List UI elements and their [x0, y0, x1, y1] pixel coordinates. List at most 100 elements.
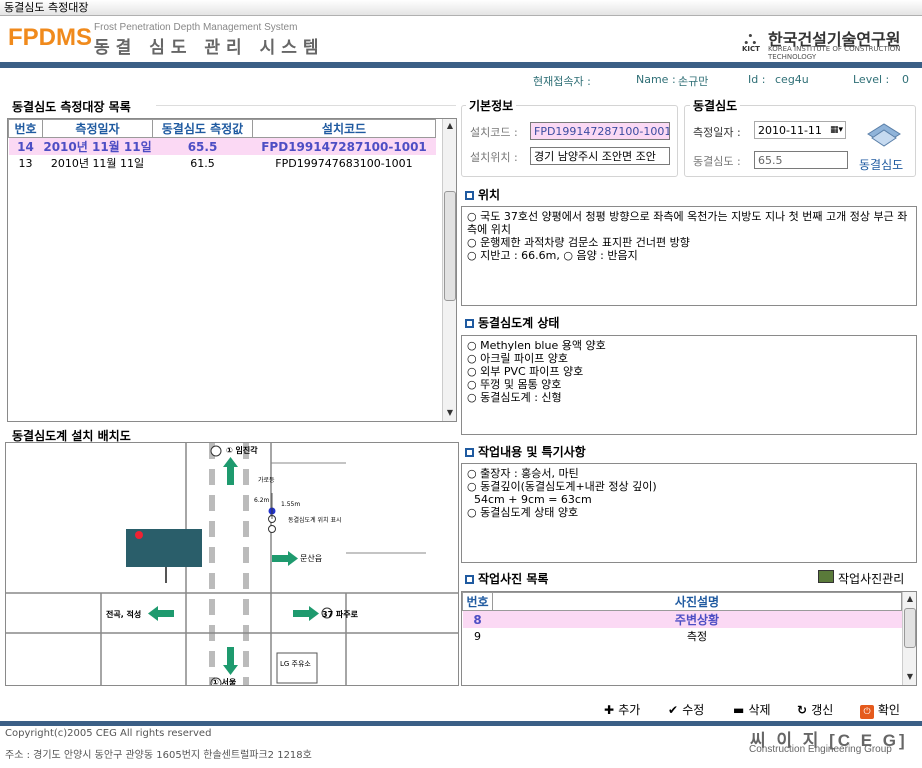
- photo-manage-button[interactable]: 작업사진관리: [838, 570, 904, 587]
- cell-code: FPD199147287100-1001: [252, 137, 436, 155]
- status-line: ○ 뚜껑 및 몸통 양호: [467, 378, 562, 391]
- session-id: ceg4u: [775, 73, 809, 86]
- frost-depth-button[interactable]: 동결심도: [859, 156, 903, 173]
- label-north: ① 임진각: [226, 446, 258, 455]
- edit-button[interactable]: ✔ 수정: [668, 701, 704, 718]
- work-line: ○ 동결심도계 상태 양호: [467, 506, 579, 519]
- confirm-label: 확인: [877, 703, 900, 717]
- section-square-icon: [465, 319, 474, 328]
- list-header-row: 번호 측정일자 동결심도 측정값 설치코드: [8, 119, 436, 138]
- session-level-label: Level :: [853, 73, 890, 86]
- scroll-up-icon[interactable]: ▲: [443, 119, 457, 133]
- status-title: 동결심도계 상태: [478, 316, 560, 330]
- copyright: Copyright(c)2005 CEG All rights reserved: [5, 728, 212, 739]
- refresh-icon: ↻: [797, 703, 812, 717]
- photo-list[interactable]: 번호 사진설명 8 주변상황 9 측정 ▲ ▼: [461, 591, 917, 686]
- install-location-field[interactable]: 경기 남양주시 조안면 조안: [530, 147, 670, 165]
- frost-depth-icon[interactable]: [864, 120, 904, 148]
- ceg-logo-en: Construction Engineering Group: [749, 744, 892, 755]
- label-shop: LG 주유소: [280, 660, 311, 668]
- list-scrollbar[interactable]: ▲ ▼: [442, 119, 456, 421]
- photo-manage-icon[interactable]: [818, 570, 834, 583]
- status-text[interactable]: ○ Methylen blue 용액 양호 ○ 아크릴 파이프 양호 ○ 외부 …: [461, 335, 917, 435]
- kict-subtitle: KOREA INSTITUTE OF CONSTRUCTION TECHNOLO…: [768, 45, 901, 61]
- photo-cell-desc: 측정: [686, 630, 708, 643]
- label-sign: 가로등: [258, 477, 275, 484]
- confirm-button[interactable]: ⏻ 확인: [860, 701, 900, 719]
- list-title: 동결심도 측정대장 목록: [12, 100, 131, 114]
- power-icon: ⏻: [860, 705, 874, 719]
- cell-no: 13: [18, 156, 33, 170]
- cell-value: 65.5: [152, 137, 253, 155]
- work-heading: 작업내용 및 특기사항: [465, 443, 586, 460]
- status-heading: 동결심도계 상태: [465, 314, 559, 331]
- delete-button[interactable]: ▬ 삭제: [733, 701, 771, 718]
- col-header-code[interactable]: 설치코드: [252, 119, 436, 138]
- col-header-value[interactable]: 동결심도 측정값: [152, 119, 253, 138]
- basic-info-group: [461, 105, 678, 177]
- work-line: 54cm + 9cm = 63cm: [467, 493, 592, 506]
- photo-col-desc[interactable]: 사진설명: [492, 592, 902, 611]
- label-east: 37 파주로: [322, 610, 358, 619]
- table-row[interactable]: 8 주변상황: [462, 610, 902, 628]
- refresh-button[interactable]: ↻ 갱신: [797, 701, 833, 718]
- section-square-icon: [465, 448, 474, 457]
- frost-date-label: 측정일자 :: [693, 126, 741, 139]
- scroll-down-icon[interactable]: ▼: [903, 670, 917, 684]
- label-south: ① 서울: [212, 678, 237, 686]
- label-east2: 문산읍: [300, 554, 323, 563]
- measurement-list[interactable]: 번호 측정일자 동결심도 측정값 설치코드 14 2010년 11월 11일 6…: [7, 118, 457, 422]
- check-icon: ✔: [668, 703, 683, 717]
- session-name-label: Name :: [636, 73, 676, 86]
- label-m2: 1.55m: [281, 501, 301, 508]
- status-line: ○ 동결심도계 : 신형: [467, 391, 562, 404]
- table-row[interactable]: 13 2010년 11월 11일 61.5 FPD199747683100-10…: [9, 155, 436, 171]
- table-row[interactable]: 9 측정: [463, 628, 902, 644]
- delete-label: 삭제: [748, 703, 771, 717]
- col-header-no[interactable]: 번호: [8, 119, 43, 138]
- session-level: 0: [902, 73, 909, 86]
- label-west: 전곡, 적성: [106, 610, 142, 619]
- photo-title: 작업사진 목록: [478, 572, 549, 586]
- calendar-dropdown-icon[interactable]: ▦▾: [830, 123, 843, 138]
- status-line: ○ 외부 PVC 파이프 양호: [467, 365, 584, 378]
- layout-drawing: ① 임진각 ① 서울 전곡, 적성 37 파주로 문산읍 LG 주유소 가로등 …: [5, 442, 459, 686]
- scroll-thumb[interactable]: [444, 191, 456, 301]
- kict-abbr: KICT: [742, 45, 760, 53]
- scroll-up-icon[interactable]: ▲: [903, 592, 917, 606]
- table-row[interactable]: 14 2010년 11월 11일 65.5 FPD199147287100-10…: [8, 137, 436, 155]
- brand-subtitle-en: Frost Penetration Depth Management Syste…: [94, 22, 298, 33]
- work-title: 작업내용 및 특기사항: [478, 445, 586, 459]
- photo-scrollbar[interactable]: ▲ ▼: [902, 592, 916, 685]
- layout-diagram: [6, 443, 458, 685]
- brand-logo: FPDMS: [8, 24, 92, 51]
- plus-icon: ✚: [604, 703, 619, 717]
- location-heading: 위치: [465, 186, 500, 203]
- label-m1: 6.2m: [254, 497, 270, 504]
- scroll-down-icon[interactable]: ▼: [443, 406, 457, 420]
- minus-icon: ▬: [733, 703, 749, 717]
- location-line: ○ 지반고 : 66.6m, ○ 음양 : 반음지: [467, 249, 638, 262]
- photo-heading: 작업사진 목록: [465, 570, 548, 587]
- frost-depth-field[interactable]: 65.5: [754, 151, 848, 169]
- photo-col-no[interactable]: 번호: [462, 592, 493, 611]
- code-label: 설치코드 :: [470, 126, 518, 139]
- refresh-label: 갱신: [811, 703, 834, 717]
- location-line: ○ 운행제한 과적차량 검문소 표지판 건너편 방향: [467, 236, 690, 249]
- col-header-date[interactable]: 측정일자: [42, 119, 153, 138]
- frost-date-picker[interactable]: 2010-11-11 ▦▾: [754, 121, 846, 139]
- location-label: 설치위치 :: [470, 151, 518, 164]
- work-text[interactable]: ○ 출장자 : 홍승서, 마틴 ○ 동결깊이(동결심도계+내관 정상 깊이) 5…: [461, 463, 917, 563]
- photo-cell-desc: 주변상황: [492, 610, 902, 628]
- location-line: ○ 국도 37호선 양평에서 청평 방향으로 좌측에 옥천가는 지방도 지나 첫…: [467, 210, 908, 236]
- photo-cell-no: 9: [474, 629, 481, 643]
- install-code-field[interactable]: FPD199147287100-1001: [530, 122, 670, 140]
- header-divider: [0, 62, 922, 68]
- location-text[interactable]: ○ 국도 37호선 양평에서 청평 방향으로 좌측에 옥천가는 지방도 지나 첫…: [461, 206, 917, 306]
- location-title: 위치: [478, 188, 501, 202]
- photo-header-row: 번호 사진설명: [462, 592, 902, 611]
- address: 주소 : 경기도 안양시 동안구 관양동 1605번지 한솔센트럴파크2 121…: [5, 750, 312, 761]
- scroll-thumb[interactable]: [904, 608, 916, 648]
- label-note: 동결심도계 위치 표시: [288, 517, 342, 524]
- add-button[interactable]: ✚ 추가: [604, 701, 640, 718]
